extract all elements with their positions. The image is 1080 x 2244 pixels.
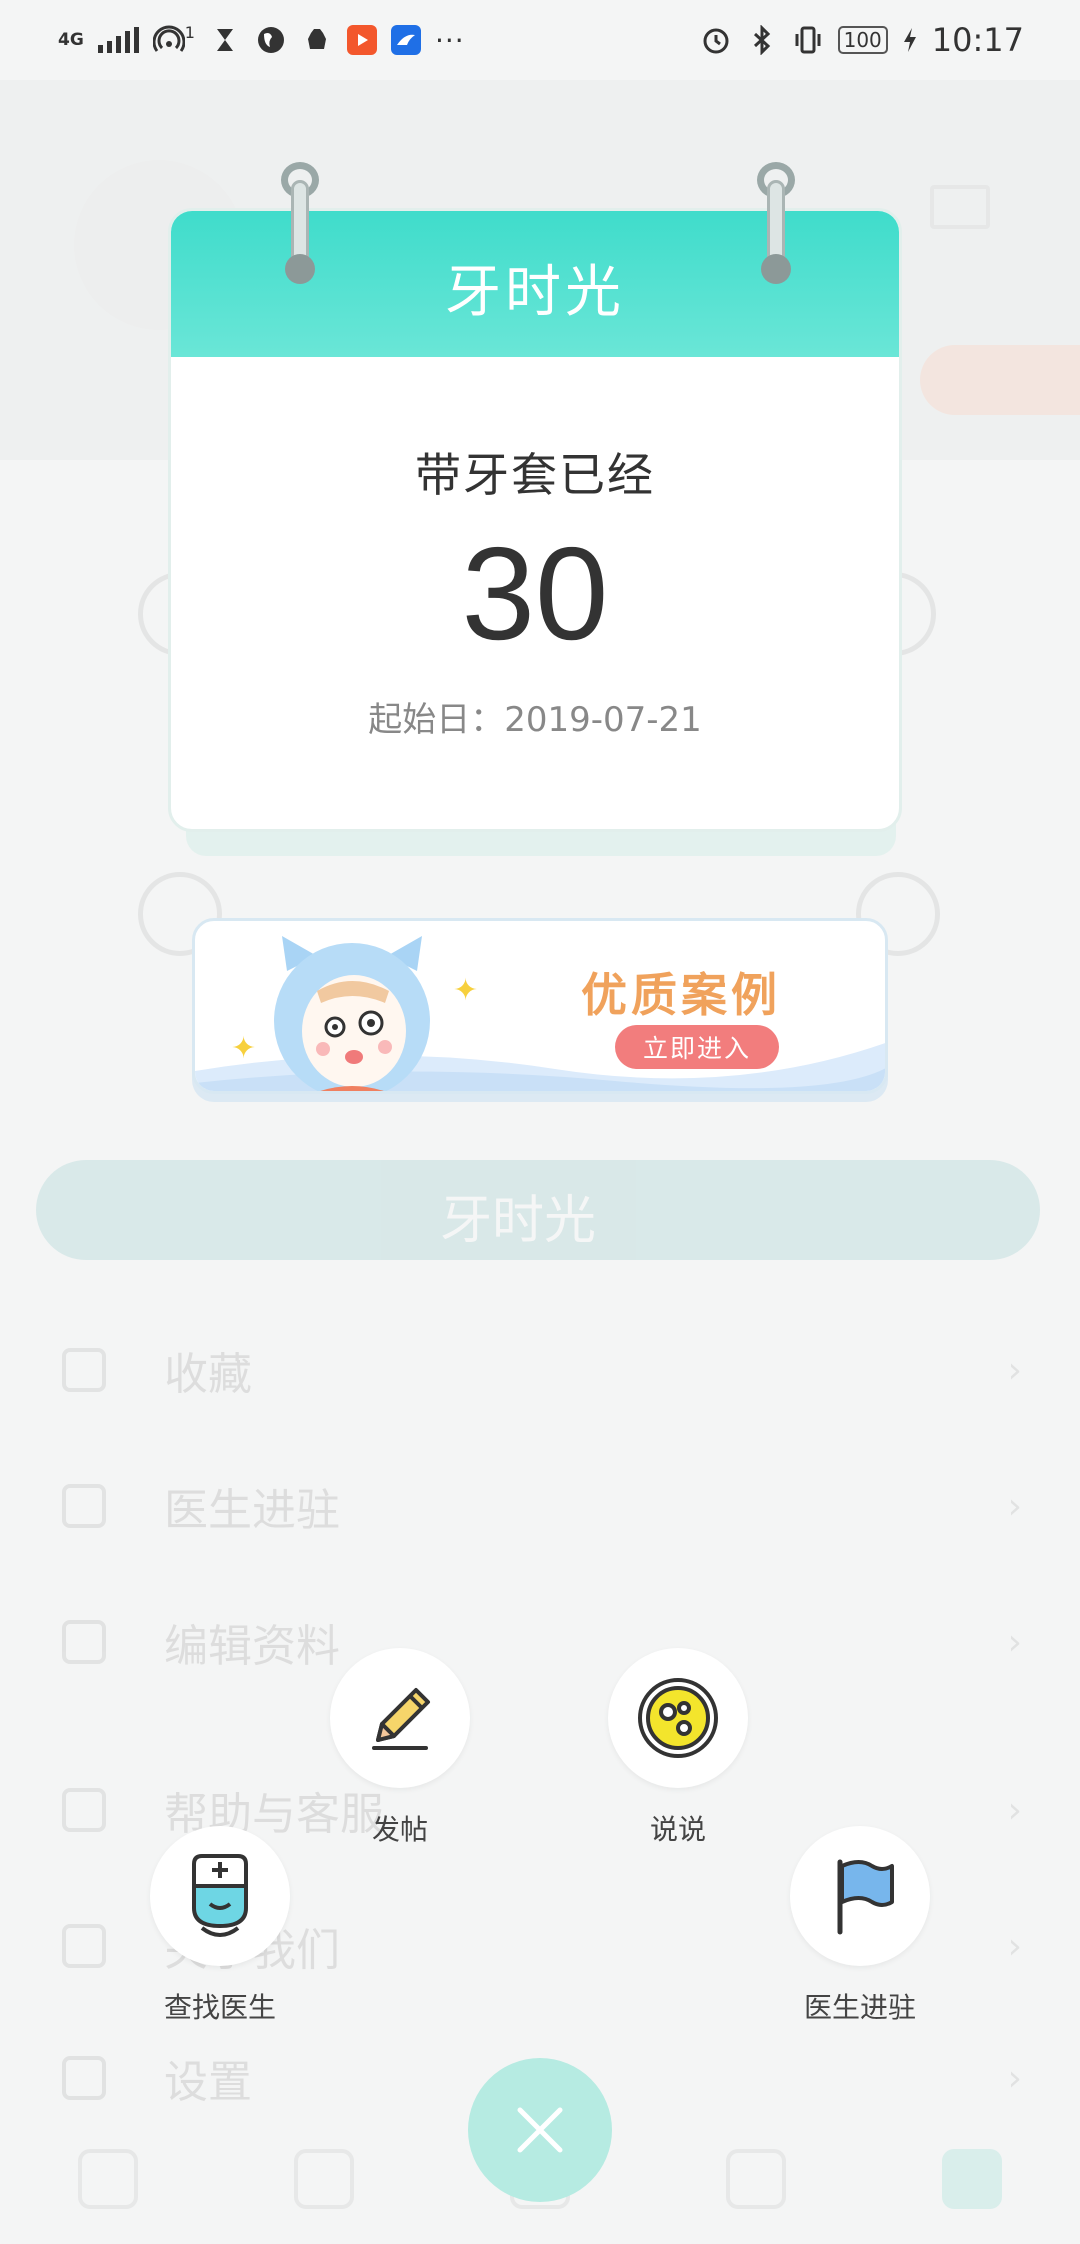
talk-label: 说说 (649, 1813, 706, 1846)
braces-day-count: 30 (461, 520, 609, 667)
bg-menu-row: 编辑资料 › (62, 1612, 1022, 1672)
network-type: 4G (58, 29, 84, 50)
pencil-icon (372, 1688, 430, 1750)
tooth-time-calendar-card[interactable]: 牙时光 带牙套已经 30 起始日：2019-07-21 (168, 208, 902, 832)
find-doctor-button[interactable] (150, 1826, 290, 1966)
sparkle-icon: ✦ (453, 973, 479, 1008)
bg-menu-row: 收藏 › (62, 1340, 1022, 1400)
signal-icon (97, 27, 139, 53)
post-action[interactable]: 发帖 (300, 1648, 500, 1848)
post-button[interactable] (330, 1648, 470, 1788)
close-icon (517, 2107, 563, 2153)
clock: 10:17 (931, 21, 1024, 59)
talk-action[interactable]: 说说 (578, 1648, 778, 1848)
find-doctor-action[interactable]: 查找医生 (120, 1826, 320, 2026)
banner-title: 优质案例 (581, 968, 781, 1022)
doctor-icon (192, 1854, 248, 1937)
charging-icon (902, 24, 918, 56)
status-bar: 4G 1 ··· 100 10:17 (0, 0, 1080, 80)
alarm-icon (700, 24, 732, 56)
hand-icon (301, 24, 333, 56)
calendar-ring-right (757, 162, 795, 284)
talk-button[interactable] (608, 1648, 748, 1788)
doctor-join-action[interactable]: 医生进驻 (760, 1826, 960, 2026)
hourglass-icon (209, 24, 241, 56)
more-notifications-icon: ··· (434, 23, 465, 57)
bg-badge (920, 345, 1080, 415)
bg-banner-text: 牙时光 (440, 1191, 597, 1251)
bg-menu-row: 医生进驻 › (62, 1476, 1022, 1536)
close-menu-button[interactable] (468, 2058, 612, 2202)
post-label: 发帖 (371, 1813, 428, 1846)
cat-mascot-icon (274, 936, 430, 1091)
bird-app-icon (390, 25, 421, 55)
bluetooth-icon (746, 24, 778, 56)
calendar-ring-left (281, 162, 319, 284)
hotspot-count: 1 (184, 22, 195, 42)
flag-icon (837, 1859, 894, 1935)
bubble-icon (638, 1678, 718, 1758)
bg-mail-icon (930, 185, 990, 229)
sparkle-icon: ✦ (231, 1031, 257, 1066)
video-app-icon (346, 25, 377, 55)
find-doctor-label: 查找医生 (163, 1991, 276, 2024)
start-date: 起始日：2019-07-21 (368, 700, 702, 741)
hotspot-icon (152, 24, 185, 56)
quality-cases-banner[interactable]: ✦ ✦ 优质案例 立即进入 (192, 918, 888, 1094)
battery-indicator: 100 (837, 26, 888, 54)
vibrate-icon (792, 24, 824, 56)
doctor-join-button[interactable] (790, 1826, 930, 1966)
globe-icon (255, 24, 287, 56)
calendar-title: 牙时光 (445, 259, 625, 325)
braces-duration-label: 带牙套已经 (415, 448, 655, 502)
enter-now-button[interactable]: 立即进入 (615, 1025, 779, 1069)
bg-banner (36, 1160, 1040, 1260)
doctor-join-label: 医生进驻 (803, 1991, 916, 2024)
